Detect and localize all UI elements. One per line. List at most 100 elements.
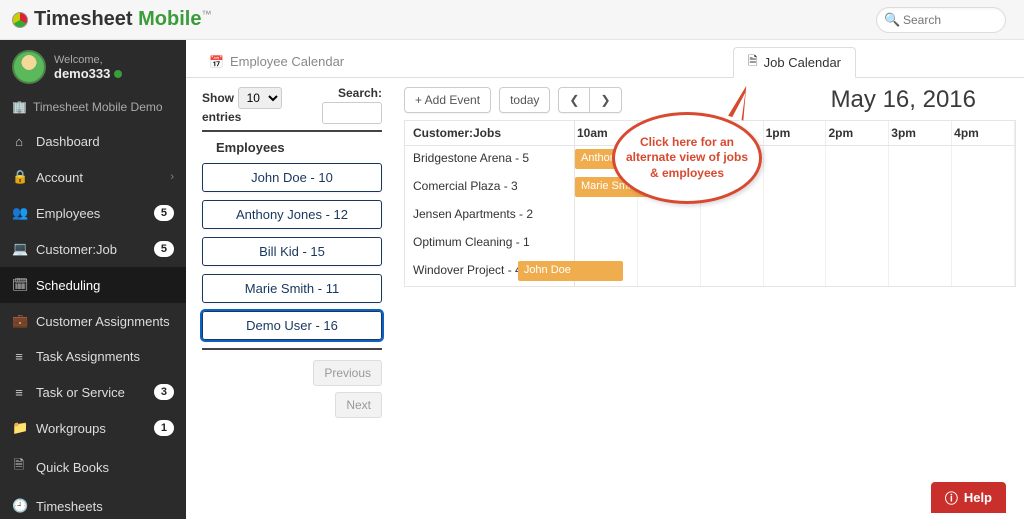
tab-job-label: Job Calendar (764, 55, 841, 70)
nav-icon: 💻 (12, 241, 26, 257)
calendar-title: May 16, 2016 (831, 86, 1016, 114)
employee-search-input[interactable] (322, 102, 382, 124)
callout-text: Click here for an alternate view of jobs… (625, 135, 749, 182)
calendar-cell[interactable] (638, 202, 701, 230)
show-label: Show (202, 91, 234, 105)
count-badge: 5 (154, 205, 174, 221)
employee-chip[interactable]: Anthony Jones - 12 (202, 200, 382, 229)
employee-chip[interactable]: Marie Smith - 11 (202, 274, 382, 303)
employee-chip[interactable]: Bill Kid - 15 (202, 237, 382, 266)
resource-label: Optimum Cleaning - 1 (405, 230, 575, 258)
nav-icon: ≡ (12, 385, 26, 400)
calendar-cell[interactable] (701, 202, 764, 230)
nav-label: Timesheets (36, 499, 174, 514)
row-slots[interactable] (575, 202, 1015, 230)
calendar-cell[interactable] (701, 258, 764, 286)
online-indicator-icon (114, 70, 122, 78)
resource-header: Customer:Jobs (405, 121, 575, 145)
resource-label: Comercial Plaza - 3 (405, 174, 575, 202)
calendar-cell[interactable] (826, 202, 889, 230)
row-slots[interactable]: John Doe (575, 258, 1015, 286)
calendar-toolbar: + Add Event today ❮ ❯ May 16, 2016 (404, 86, 1016, 114)
sidebar-item-quick-books[interactable]: 🗎Quick Books (0, 446, 186, 488)
trademark: ™ (201, 9, 211, 20)
nav-buttons: ❮ ❯ (558, 87, 621, 113)
calendar-event[interactable]: John Doe (518, 261, 624, 281)
nav-label: Dashboard (36, 134, 174, 149)
nav-label: Task or Service (36, 385, 144, 400)
calendar-cell[interactable] (764, 146, 827, 174)
calendar-cell[interactable] (889, 230, 952, 258)
logo-word1: Timesheet (34, 8, 133, 30)
sidebar-item-task-assignments[interactable]: ≡Task Assignments (0, 339, 186, 374)
employee-filter-panel: Show 10 entries Search: Employees John D… (186, 78, 392, 519)
sidebar-item-employees[interactable]: 👥Employees5 (0, 195, 186, 231)
calendar-cell[interactable] (952, 258, 1015, 286)
search-label: Search: (322, 86, 382, 100)
sidebar-item-customer-job[interactable]: 💻Customer:Job5 (0, 231, 186, 267)
nav-label: Workgroups (36, 421, 144, 436)
calendar-row: Jensen Apartments - 2 (405, 202, 1015, 230)
calendar-cell[interactable] (764, 230, 827, 258)
calendar-cell[interactable] (826, 258, 889, 286)
calendar-cell[interactable] (826, 230, 889, 258)
sidebar-item-dashboard[interactable]: ⌂ Dashboard (0, 124, 186, 159)
sidebar-item-customer-assignments[interactable]: 💼Customer Assignments (0, 303, 186, 339)
today-button[interactable]: today (499, 87, 550, 113)
calendar-cell[interactable] (638, 230, 701, 258)
tab-employee-calendar[interactable]: 📅 Employee Calendar (194, 46, 359, 77)
page-size-select[interactable]: 10 (238, 87, 282, 109)
time-slot-header: 1pm (764, 121, 827, 145)
calendar-cell[interactable] (889, 202, 952, 230)
nav-icon: 📁 (12, 420, 26, 436)
help-button[interactable]: ⓘ Help (931, 482, 1006, 513)
nav-label: Customer:Job (36, 242, 144, 257)
calendar-cell[interactable] (952, 146, 1015, 174)
sidebar-item-scheduling[interactable]: 🗓Scheduling (0, 267, 186, 303)
calendar-cell[interactable] (575, 230, 638, 258)
calendar-row: Optimum Cleaning - 1 (405, 230, 1015, 258)
count-badge: 1 (154, 420, 174, 436)
sidebar-item-workgroups[interactable]: 📁 Workgroups 1 (0, 410, 186, 446)
logo: Timesheet Mobile™ (12, 8, 211, 31)
resource-label: Bridgestone Arena - 5 (405, 146, 575, 174)
sidebar-item-timesheets[interactable]: 🕘Timesheets (0, 488, 186, 519)
next-day-button[interactable]: ❯ (589, 87, 621, 113)
employee-chip[interactable]: John Doe - 10 (202, 163, 382, 192)
calendar-cell[interactable] (889, 146, 952, 174)
calendar-cell[interactable] (701, 230, 764, 258)
previous-button[interactable]: Previous (313, 360, 382, 386)
calendar-cell[interactable] (889, 174, 952, 202)
calendar-cell[interactable] (826, 174, 889, 202)
row-slots[interactable] (575, 230, 1015, 258)
add-event-button[interactable]: + Add Event (404, 87, 491, 113)
time-slot-header: 3pm (889, 121, 952, 145)
sidebar-item-task-or-service[interactable]: ≡Task or Service3 (0, 374, 186, 410)
calendar-cell[interactable] (764, 258, 827, 286)
calendar-cell[interactable] (764, 174, 827, 202)
calendar-cell[interactable] (638, 258, 701, 286)
nav-icon: ⌂ (12, 134, 26, 149)
file-icon: 🗎 (748, 52, 758, 73)
calendar-cell[interactable] (575, 202, 638, 230)
calendar-cell[interactable] (889, 258, 952, 286)
username: demo333 (54, 66, 122, 81)
next-button[interactable]: Next (335, 392, 382, 418)
calendar-cell[interactable] (952, 174, 1015, 202)
calendar-cell[interactable] (952, 202, 1015, 230)
search-icon: 🔍 (884, 12, 900, 28)
calendar-panel: + Add Event today ❮ ❯ May 16, 2016 Custo… (404, 78, 1024, 519)
resource-label: Jensen Apartments - 2 (405, 202, 575, 230)
employee-chip[interactable]: Demo User - 16 (202, 311, 382, 340)
nav-icon: ≡ (12, 349, 26, 364)
org-row: 🏢 Timesheet Mobile Demo (0, 94, 186, 124)
calendar-cell[interactable] (826, 146, 889, 174)
calendar-cell[interactable] (764, 202, 827, 230)
top-bar: Timesheet Mobile™ 🔍 (0, 0, 1024, 40)
nav-label: Customer Assignments (36, 314, 174, 329)
tab-job-calendar[interactable]: 🗎 Job Calendar (733, 47, 856, 78)
prev-day-button[interactable]: ❮ (558, 87, 589, 113)
pager: Previous Next (202, 360, 382, 418)
sidebar-item-account[interactable]: 🔒Account› (0, 159, 186, 195)
calendar-cell[interactable] (952, 230, 1015, 258)
